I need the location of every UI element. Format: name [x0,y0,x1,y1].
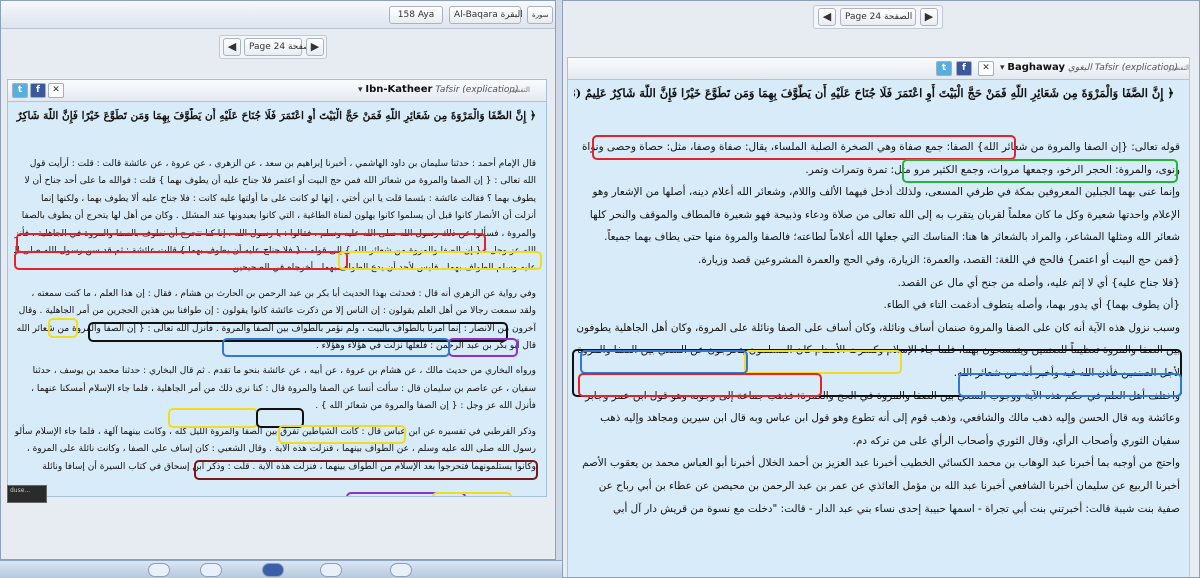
highlight-yellow [744,350,902,374]
surah-select[interactable]: Al-Baqara البقرة [449,6,523,24]
surah-label: سورة [527,6,553,24]
tafsir-line: {أن يطوف بهما} أي يدور بهما، وأصله يتطوف… [883,299,1180,312]
panel-prefix: التفسير [1168,64,1190,72]
taskbar [0,560,562,578]
ayah-text: ﴿ إِنَّ الصَّفَا وَالْمَرْوَةَ مِن شَعَا… [574,86,1174,100]
tafsir-type: Tafsir (explication) [1094,63,1179,73]
tafsir-line: وإنما عنى بهما الجبلين المعروفين بمكة في… [592,186,1181,199]
tafsir-line: ورواه البخاري من حديث مالك ، عن هشام بن … [32,366,536,377]
tafsir-line: يطوف بهما ؟ فقالت عائشة : بئسما قلت يا ا… [40,193,536,204]
tafsir-line: شعائر الله ومثلها المشاعر، والمراد بالشع… [604,231,1180,244]
left-toolbar: 158 Aya Al-Baqara البقرة سورة [1,1,555,29]
highlight-red [14,251,348,270]
taskbar-button[interactable] [200,563,222,577]
highlight-yellow [168,408,258,428]
highlight-blue [580,350,748,374]
close-icon[interactable]: ✕ [978,61,994,76]
tafsir-line: أنزلت أن الأنصار كانوا قبل أن يسلموا كان… [21,211,536,222]
right-window: ◀ Page 24 الصفحة ▶ t f ✕ ▾ Baghaway البغ… [562,0,1200,578]
twitter-icon[interactable]: t [12,83,28,98]
right-pager: ◀ Page 24 الصفحة ▶ [813,5,943,29]
tafsir-line: سفيان ، عن عاصم بن سليمان قال : سألت أنس… [31,383,536,394]
panel-toolbar: t f ✕ ▾ Ibn-Katheer Tafsir (explication)… [8,80,546,102]
page-number[interactable]: Page 24 الصفحة [840,8,916,26]
highlight-darkred [194,460,538,480]
tafsir-line: الإعلام واحدتها شعيرة وكل ما كان معلماً … [589,208,1180,221]
tafsir-arabic: البغوي [1067,63,1092,73]
scrollbar[interactable] [1189,57,1199,577]
tafsir-line: سفيان الثوري وأصحاب الرأي، وقال الثوري و… [852,434,1180,447]
left-pager: ◀ Page 24 الصفحة ▶ [219,35,327,59]
close-icon[interactable]: ✕ [48,83,64,98]
ayah-select[interactable]: 158 Aya [389,6,443,24]
baghaway-panel: t f ✕ ▾ Baghaway البغوي Tafsir (explicat… [567,57,1199,577]
left-window: 158 Aya Al-Baqara البقرة سورة ◀ Page 24 … [0,0,556,560]
tafsir-line: ولقد سمعت رجالا من أهل العلم يقولون : إن… [18,306,536,317]
page-number[interactable]: Page 24 الصفحة [244,38,316,56]
ayah-text: ﴿ إِنَّ الصَّفَا وَالْمَرْوَةَ مِن شَعَا… [14,110,536,122]
tafsir-line: رسول الله صلى الله عليه وسلم ، عن الطواف… [26,444,536,455]
highlight-red [592,135,1016,160]
facebook-icon[interactable]: f [956,61,972,76]
tafsir-line: واحتج من أوجبه بما أخبرنا عبد الوهاب بن … [582,457,1180,470]
tafsir-line: أخبرنا الربيع عن سليمان أخبرنا الشافعي أ… [598,479,1180,492]
taskbar-button[interactable] [262,563,284,577]
highlight-yellow [48,318,78,338]
highlight-blue [222,338,450,357]
page-next-icon[interactable]: ▶ [920,8,938,26]
highlight-blue [958,373,1182,397]
highlight-yellow [338,251,542,270]
tafsir-line: {فمن حج البيت أو اعتمر} فالحج في اللغة: … [698,253,1180,266]
facebook-icon[interactable]: f [30,83,46,98]
highlight-purple [448,338,518,357]
tafsir-name: Ibn-Katheer [365,84,433,95]
highlight-red [578,373,822,397]
panel-title[interactable]: ▾ Ibn-Katheer Tafsir (explication) [358,83,519,99]
highlight-green [902,159,1178,183]
tafsir-line: قال الإمام أحمد : حدثنا سليمان بن داود ا… [29,159,536,169]
tafsir-body: قوله تعالى: {إن الصفا والمروة من شعائر ا… [574,136,1180,520]
ibn-katheer-panel: t f ✕ ▾ Ibn-Katheer Tafsir (explication)… [7,79,547,497]
panel-prefix: التفسير [508,86,530,94]
tafsir-line: وفي رواية عن الزهري أنه قال : فحدثت بهذا… [31,288,536,299]
taskbar-button[interactable] [148,563,170,577]
twitter-icon[interactable]: t [936,61,952,76]
tafsir-line: صفية بنت شيبة قالت: أخبرتني بنت أبي تجرا… [612,502,1180,515]
tafsir-line: وسبب نزول هذه الآية أنه كان على الصفا وا… [576,321,1180,334]
thumbnail-preview[interactable]: duse... [7,485,47,503]
highlight-yellow [278,425,406,444]
tafsir-name: Baghaway [1007,62,1065,73]
panel-toolbar: t f ✕ ▾ Baghaway البغوي Tafsir (explicat… [568,58,1198,80]
tafsir-type: Tafsir (explication) [435,85,519,95]
tafsir-line [14,278,536,286]
tafsir-line: الله تعالى : { إن الصفا والمروة من شعائر… [24,176,536,187]
page-prev-icon[interactable]: ◀ [223,38,241,56]
taskbar-button[interactable] [390,563,412,577]
tafsir-line: وعائشة وبه قال الحسن وإليه ذهب مالك والش… [600,412,1180,425]
page-next-icon[interactable]: ▶ [306,38,324,56]
highlight-red [16,233,486,253]
taskbar-button[interactable] [320,563,342,577]
page-prev-icon[interactable]: ◀ [818,8,836,26]
highlight-yellow [432,492,512,496]
panel-title[interactable]: ▾ Baghaway البغوي Tafsir (explication) [1000,61,1178,77]
tafsir-line: {فلا جناح عليه} أي لا إثم عليه، وأصله من… [897,276,1180,289]
